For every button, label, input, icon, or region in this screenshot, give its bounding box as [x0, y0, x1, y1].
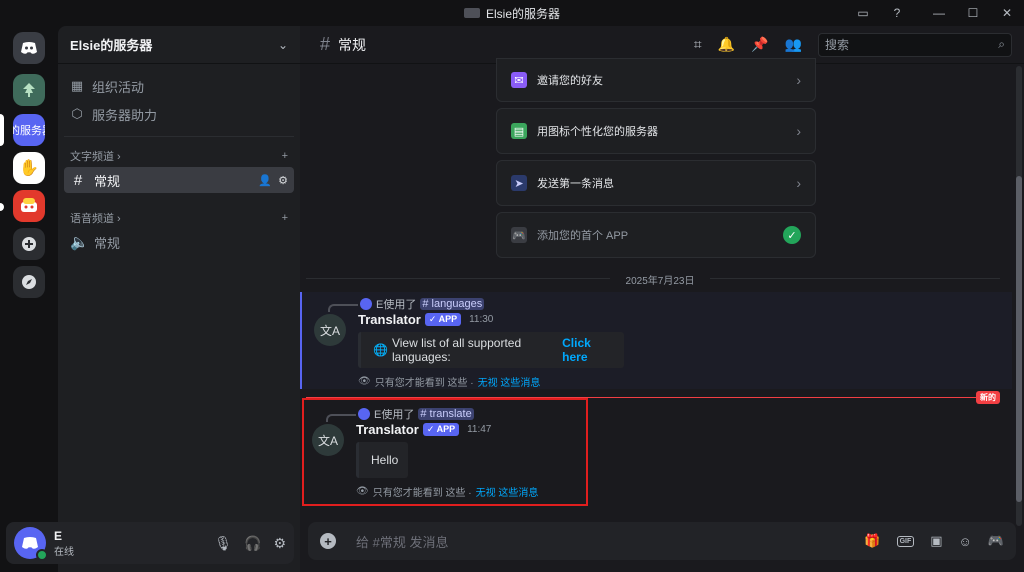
highlight-box	[302, 398, 588, 506]
calendar-icon: ▦	[70, 78, 84, 93]
category-voice-channels[interactable]: 语音频道 › +	[58, 207, 300, 229]
category-text-channels[interactable]: 文字频道 › +	[58, 145, 300, 167]
reply-context[interactable]: E使用了 # languages	[360, 296, 485, 312]
server-small-icon	[463, 8, 480, 18]
sidebar-item-events[interactable]: ▦ 组织活动	[58, 72, 300, 100]
chevron-right-icon: ›	[796, 123, 801, 139]
chevron-right-icon: ›	[796, 175, 801, 191]
chevron-right-icon: ›	[796, 72, 801, 88]
attach-plus-icon[interactable]: +	[320, 533, 336, 549]
palette-icon: ▤	[511, 123, 527, 139]
minimize-button[interactable]: —	[922, 0, 956, 26]
discover-icon[interactable]	[13, 266, 45, 298]
send-icon: ➤	[511, 175, 527, 191]
scrollbar-thumb[interactable]	[1016, 176, 1022, 502]
invite-icon[interactable]: 👤	[258, 174, 272, 187]
avatar[interactable]	[14, 527, 48, 561]
server-name: Elsie的服务器	[70, 38, 153, 53]
setup-card-add-app[interactable]: 🎮 添加您的首个 APP ✓	[496, 212, 816, 258]
message-embed: 🌐 View list of all supported languages: …	[358, 332, 624, 368]
apps-gamepad-icon[interactable]: 🎮	[988, 533, 1004, 549]
sticker-icon[interactable]: ▣	[930, 533, 942, 549]
eye-icon: 👁	[358, 376, 371, 387]
text-channel-general[interactable]: # 常规 👤 ⚙	[64, 167, 294, 193]
server-game-icon[interactable]	[13, 190, 45, 222]
message-author[interactable]: Translator	[358, 312, 421, 327]
boost-icon: ⬡	[71, 106, 83, 121]
embed-link[interactable]: Click here	[562, 336, 612, 364]
maximize-button[interactable]: ☐	[956, 0, 990, 26]
server-tree-icon[interactable]	[13, 74, 45, 106]
help-icon[interactable]: ?	[880, 0, 914, 26]
user-status: 在线	[54, 546, 74, 558]
search-input[interactable]: 搜索 ⌕	[818, 32, 1012, 57]
invite-icon: ✉	[511, 72, 527, 88]
username: E	[54, 528, 63, 543]
translator-avatar[interactable]: 文A	[314, 314, 346, 346]
bell-icon[interactable]: 🔔	[718, 36, 735, 53]
server-rail: 的服务器 ✋	[0, 26, 58, 572]
unread-indicator	[0, 203, 4, 211]
active-server-indicator	[0, 114, 4, 146]
hash-icon: #	[73, 171, 83, 189]
command-mention[interactable]: # languages	[420, 298, 485, 310]
message-time: 11:30	[469, 314, 494, 325]
search-icon: ⌕	[998, 37, 1005, 51]
date-divider: 2025年7月23日	[610, 272, 710, 287]
setup-card-first-message[interactable]: ➤ 发送第一条消息 ›	[496, 160, 816, 206]
gamepad-icon: 🎮	[511, 227, 527, 243]
voice-channel-general[interactable]: 🔈 常规	[64, 229, 294, 255]
add-server-icon[interactable]	[13, 228, 45, 260]
reply-spine	[328, 304, 358, 312]
ephemeral-note: 👁 只有您才能看到 这些 · 无视 这些消息	[358, 374, 541, 389]
message-composer[interactable]: + 给 #常规 发消息 🎁 GIF ▣ ☺ 🎮	[308, 522, 1016, 560]
gif-icon[interactable]: GIF	[896, 535, 915, 547]
server-hand-icon[interactable]: ✋	[13, 152, 45, 184]
user-panel: E 在线 🎙 🎧 ⚙	[6, 522, 294, 564]
channel-sidebar: Elsie的服务器 ⌄ ▦ 组织活动 ⬡ 服务器助力 文字频道 › + # 常规…	[58, 26, 300, 572]
dismiss-link[interactable]: 无视 这些消息	[478, 374, 541, 389]
speaker-icon: 🔈	[70, 234, 89, 251]
inbox-icon[interactable]: ▭	[846, 0, 880, 26]
add-channel-icon[interactable]: +	[282, 212, 288, 224]
title-bar: Elsie的服务器 ▭ ? — ☐ ✕	[0, 0, 1024, 26]
settings-gear-icon[interactable]: ⚙	[273, 535, 286, 552]
members-icon[interactable]: 👥	[785, 36, 802, 53]
emoji-icon[interactable]: ☺	[959, 534, 972, 549]
close-button[interactable]: ✕	[990, 0, 1024, 26]
add-channel-icon[interactable]: +	[282, 150, 288, 162]
message-translator-1: E使用了 # languages 文A Translator ✓ APP 11:…	[300, 292, 1012, 389]
gift-icon[interactable]: 🎁	[864, 533, 880, 549]
hash-icon: #	[320, 34, 331, 54]
server-elsie[interactable]: 的服务器	[13, 114, 45, 146]
online-status-dot	[36, 549, 48, 561]
check-icon: ✓	[783, 226, 801, 244]
discord-home-icon[interactable]	[13, 32, 45, 64]
setup-card-invite[interactable]: ✉ 邀请您的好友 ›	[496, 58, 816, 102]
channel-name: 常规	[338, 36, 367, 53]
window-title: Elsie的服务器	[463, 5, 560, 22]
headphones-icon[interactable]: 🎧	[244, 535, 261, 552]
new-messages-badge: 新的	[976, 391, 1000, 404]
microphone-icon[interactable]: 🎙	[214, 535, 232, 552]
discord-avatar-icon	[360, 298, 372, 310]
gear-icon[interactable]: ⚙	[278, 174, 288, 187]
server-header[interactable]: Elsie的服务器 ⌄	[58, 26, 300, 64]
chevron-down-icon: ⌄	[277, 37, 288, 52]
pin-icon[interactable]: 📌	[751, 36, 768, 53]
threads-icon[interactable]: ⌗	[694, 36, 702, 53]
app-badge: ✓ APP	[424, 313, 462, 326]
message-input[interactable]: 给 #常规 发消息	[356, 532, 448, 551]
globe-icon: 🌐	[373, 343, 388, 357]
sidebar-item-boost[interactable]: ⬡ 服务器助力	[58, 100, 300, 128]
divider	[64, 136, 294, 137]
setup-card-personalize[interactable]: ▤ 用图标个性化您的服务器 ›	[496, 108, 816, 154]
